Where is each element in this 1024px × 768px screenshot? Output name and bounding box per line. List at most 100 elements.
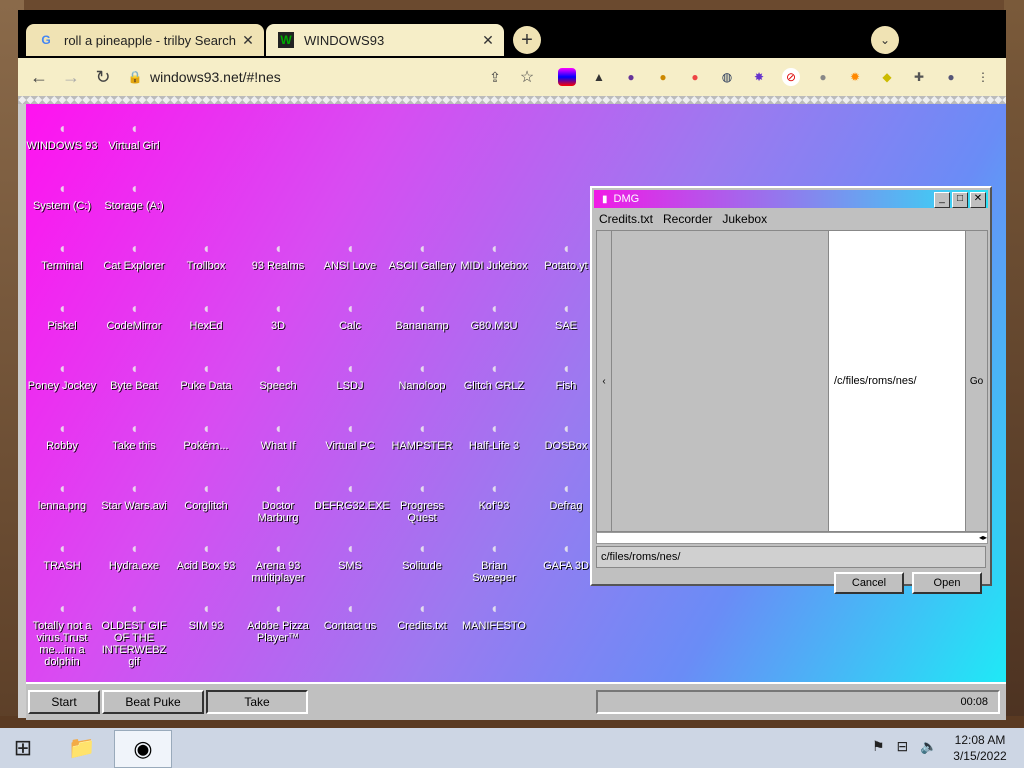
close-button[interactable]: ✕ (970, 192, 986, 208)
desktop-icon[interactable]: ◖ MIDI Jukebox (458, 240, 530, 272)
new-tab-button[interactable]: + (513, 26, 541, 54)
bee-ext-icon[interactable]: ◆ (878, 68, 896, 86)
desktop-icon[interactable]: ◖ Star Wars.avi (98, 480, 170, 512)
alien-ext-icon[interactable]: ● (814, 68, 832, 86)
desktop-icon[interactable]: ◖ ASCII Gallery (386, 240, 458, 272)
desktop-icon[interactable]: ◖ Hydra.exe (98, 540, 170, 572)
desktop-icon[interactable]: ◖ Robby (26, 420, 98, 452)
desktop-icon[interactable]: ◖ Piskel (26, 300, 98, 332)
desktop-icon[interactable]: ◖ Credits.txt (386, 600, 458, 632)
desktop-icon[interactable]: ◖ Take this (98, 420, 170, 452)
splat-ext-icon[interactable]: ✸ (750, 68, 768, 86)
desktop-icon[interactable]: ◖ OLDEST GIF OF THE INTERWEBZ gif (98, 600, 170, 668)
desktop-icon[interactable]: ◖ Doctor Marburg (242, 480, 314, 524)
desktop-icon[interactable]: ◖ lenna.png (26, 480, 98, 512)
globe-ext-icon[interactable]: ◍ (718, 68, 736, 86)
desktop-icon[interactable]: ◖ Arena 93 multiplayer (242, 540, 314, 584)
profile-icon[interactable]: ● (942, 68, 960, 86)
desktop-icon[interactable]: ◖ Acid Box 93 (170, 540, 242, 572)
menu-jukebox[interactable]: Jukebox (722, 212, 767, 226)
taskbar-button-beat-puke[interactable]: Beat Puke (102, 690, 204, 714)
desktop-icon[interactable]: ◖ Bananamp (386, 300, 458, 332)
dmg-title-bar[interactable]: ▮ DMG _ □ ✕ (594, 190, 988, 208)
reload-button[interactable]: ↻ (90, 64, 116, 90)
forward-button[interactable]: → (58, 64, 84, 90)
menu-credits[interactable]: Credits.txt (599, 212, 653, 226)
desktop-icon[interactable]: ◖ Totally not a virus.Trust me...im a dol… (26, 600, 98, 668)
desktop-icon[interactable]: ◖ MANIFESTO (458, 600, 530, 632)
desktop-icon[interactable]: ◖ HexEd (170, 300, 242, 332)
desktop-icon[interactable]: ◖ CodeMirror (98, 300, 170, 332)
bookmark-star-icon[interactable]: ☆ (514, 64, 540, 90)
desktop-icon[interactable]: ◖ Byte Beat (98, 360, 170, 392)
horizontal-scrollbar[interactable]: ◂▸ (596, 532, 988, 544)
desktop-icon[interactable]: ◖ 3D (242, 300, 314, 332)
desktop-icon[interactable]: ◖ Speech (242, 360, 314, 392)
file-explorer-icon[interactable]: 📁 (54, 730, 110, 766)
desktop-icon[interactable]: ◖ HAMPSTER (386, 420, 458, 452)
desktop-icon[interactable]: ◖ Progress Quest (386, 480, 458, 524)
cancel-button[interactable]: Cancel (834, 572, 904, 594)
open-button[interactable]: Open (912, 572, 982, 594)
desktop-icon[interactable]: ◖ Adobe Pizza Player™ (242, 600, 314, 644)
desktop-icon[interactable]: ◖ WINDOWS 93 (26, 120, 98, 152)
os-clock[interactable]: 12:08 AM 3/15/2022 (944, 732, 1016, 764)
maximize-button[interactable]: □ (952, 192, 968, 208)
tab-search-dropdown-button[interactable]: ⌄ (871, 26, 899, 54)
go-button[interactable]: Go (965, 230, 988, 532)
dmg-file-list[interactable]: /c/files/roms/nes/ (828, 230, 966, 532)
desktop-icon[interactable]: ◖ SMS (314, 540, 386, 572)
desktop-icon[interactable]: ◖ LSDJ (314, 360, 386, 392)
desktop-icon[interactable]: ◖ Virtual PC (314, 420, 386, 452)
menu-recorder[interactable]: Recorder (663, 212, 712, 226)
desktop-icon[interactable]: ◖ 93 Realms (242, 240, 314, 272)
desktop-icon[interactable]: ◖ Calc (314, 300, 386, 332)
taskbar-button-take[interactable]: Take (206, 690, 308, 714)
close-tab-icon[interactable]: ✕ (478, 32, 498, 49)
desktop-icon[interactable]: ◖ Cat Explorer (98, 240, 170, 272)
desktop-icon[interactable]: ◖ System (C:) (26, 180, 98, 212)
desktop-icon[interactable]: ◖ Contact us (314, 600, 386, 632)
hat-ext-icon[interactable]: ▲ (590, 68, 608, 86)
flag-icon[interactable]: ⚑ (872, 738, 885, 754)
tab-windows93[interactable]: W WINDOWS93 ✕ (266, 24, 504, 56)
chrome-icon[interactable]: ◉ (114, 730, 172, 768)
palette-ext-icon[interactable]: ● (686, 68, 704, 86)
desktop-icon[interactable]: ◖ G80.M3U (458, 300, 530, 332)
desktop-icon[interactable]: ◖ Brian Sweeper (458, 540, 530, 584)
dmg-left-arrow[interactable]: ‹ (596, 230, 612, 532)
desktop-icon[interactable]: ◖ Storage (A:) (98, 180, 170, 212)
desktop-icon[interactable]: ◖ Poney Jockey (26, 360, 98, 392)
desktop-icon[interactable]: ◖ ANSI Love (314, 240, 386, 272)
desktop-icon[interactable]: ◖ SIM 93 (170, 600, 242, 632)
close-tab-icon[interactable]: ✕ (238, 32, 258, 49)
desktop-icon[interactable]: ◖ Terminal (26, 240, 98, 272)
volume-icon[interactable]: 🔈 (920, 738, 937, 754)
burst-ext-icon[interactable]: ✹ (846, 68, 864, 86)
block-ext-icon[interactable]: ⊘ (782, 68, 800, 86)
cat-ext-icon[interactable]: ● (622, 68, 640, 86)
dog-ext-icon[interactable]: ● (654, 68, 672, 86)
win93-start-button[interactable]: Start (28, 690, 100, 714)
tab-search[interactable]: G roll a pineapple - trilby Search ✕ (26, 24, 264, 56)
network-icon[interactable]: ⊟ (896, 738, 908, 754)
desktop-icon[interactable]: ◖ Solitude (386, 540, 458, 572)
path-input[interactable]: c/files/roms/nes/ (596, 546, 986, 568)
desktop-icon[interactable]: ◖ Trollbox (170, 240, 242, 272)
desktop-icon[interactable]: ◖ Half-Life 3 (458, 420, 530, 452)
minimize-button[interactable]: _ (934, 192, 950, 208)
desktop-icon[interactable]: ◖ Nanoloop (386, 360, 458, 392)
desktop-icon[interactable]: ◖ Pokéｍ... (170, 420, 242, 452)
desktop-icon[interactable]: ◖ What If (242, 420, 314, 452)
share-icon[interactable]: ⇪ (482, 64, 508, 90)
rainbow-ext-icon[interactable] (558, 68, 576, 86)
dmg-directory-tree[interactable] (611, 230, 829, 532)
desktop-icon[interactable]: ◖ Virtual Girl (98, 120, 170, 152)
desktop-icon[interactable]: ◖ TRASH (26, 540, 98, 572)
puzzle-icon[interactable]: ✚ (910, 68, 928, 86)
desktop-icon[interactable]: ◖ DEFRG32.EXE (314, 480, 390, 512)
menu-icon[interactable]: ⋮ (974, 68, 992, 86)
windows-start-icon[interactable]: ⊞ (8, 734, 38, 762)
desktop-icon[interactable]: ◖ Puke Data (170, 360, 242, 392)
desktop-icon[interactable]: ◖ Glitch GRLZ (458, 360, 530, 392)
